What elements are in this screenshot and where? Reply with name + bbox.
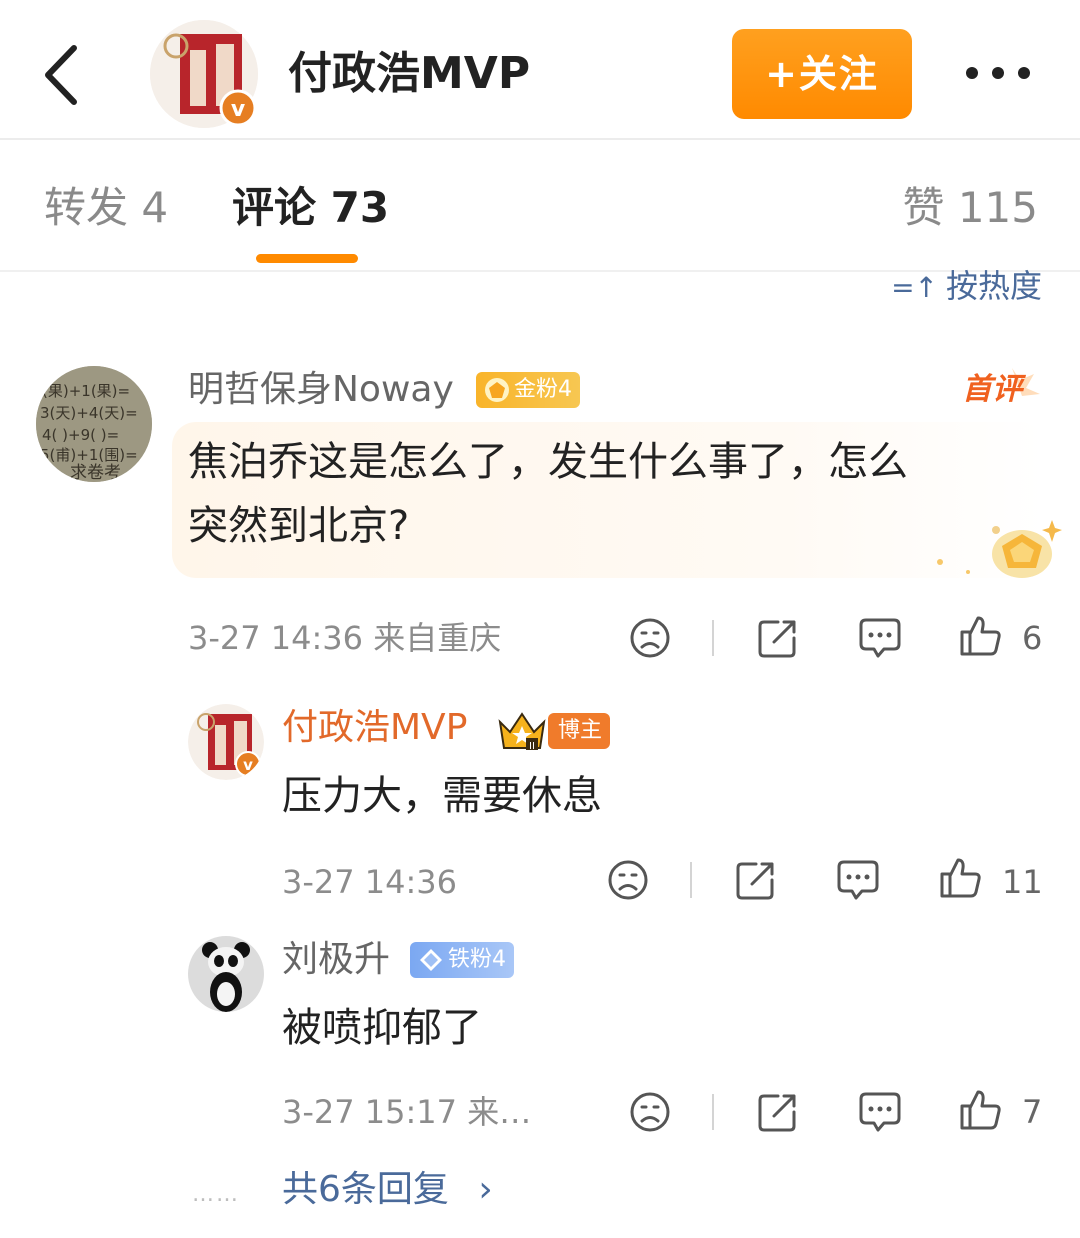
divider — [712, 620, 714, 656]
emoji-reaction-icon[interactable] — [606, 858, 650, 902]
like-thumb-icon[interactable] — [938, 856, 982, 900]
reply-timestamp: 3-27 14:36 — [282, 863, 458, 901]
handwriting-avatar-icon: (果)+1(果)= 3(天)+4(天)= 4( )+9( )= 5(甫)+1(围… — [36, 366, 152, 482]
reply-comment-icon[interactable] — [858, 616, 902, 660]
reply-comment-icon[interactable] — [836, 858, 880, 902]
avatar[interactable] — [188, 936, 264, 1012]
svg-text:II: II — [529, 741, 535, 752]
emoji-reaction-icon[interactable] — [628, 616, 672, 660]
gold-gem-icon — [485, 378, 509, 402]
blogger-badge: 博主 — [548, 713, 611, 749]
like-count: 11 — [1002, 863, 1043, 901]
like-thumb-icon[interactable] — [958, 1088, 1002, 1132]
svg-text:求卷考: 求卷考 — [70, 463, 121, 482]
share-icon[interactable] — [756, 1090, 800, 1134]
crown-icon: II — [498, 712, 546, 752]
more-replies-label: 共6条回复 — [282, 1169, 449, 1210]
comment-timestamp: 3-27 14:36 来自重庆 — [188, 619, 502, 657]
tab-repost[interactable]: 转发 4 — [44, 180, 168, 236]
tab-like[interactable]: 赞 115 — [902, 180, 1038, 236]
profile-avatar[interactable]: v — [150, 20, 258, 128]
page-title[interactable]: 付政浩MVP — [288, 44, 530, 104]
view-more-replies-link[interactable]: 共6条回复 › — [282, 1166, 493, 1214]
first-comment-tag: 首评 — [962, 372, 1022, 407]
avatar[interactable]: v — [188, 704, 264, 780]
badge-label: 铁粉4 — [448, 947, 506, 972]
like-count: 6 — [1022, 619, 1043, 657]
avatar-logo-icon: v — [188, 704, 264, 780]
sort-button[interactable]: =↑ 按热度 — [891, 266, 1042, 308]
chevron-right-icon: › — [478, 1169, 493, 1210]
tab-bar: 转发 4 评论 73 赞 115 — [0, 140, 1080, 272]
back-arrow-icon[interactable] — [36, 40, 92, 110]
svg-text:(果)+1(果)=: (果)+1(果)= — [42, 382, 130, 400]
reply-text: 压力大，需要休息 — [282, 773, 602, 819]
avatar[interactable]: (果)+1(果)= 3(天)+4(天)= 4( )+9( )= 5(甫)+1(围… — [36, 366, 152, 482]
svg-text:5(甫)+1(围)=: 5(甫)+1(围)= — [40, 446, 138, 464]
svg-text:v: v — [231, 97, 246, 122]
reply-thread-dots: …… — [192, 1182, 240, 1207]
comment-username[interactable]: 明哲保身Noway — [188, 366, 454, 414]
divider — [690, 862, 692, 898]
sort-label: 按热度 — [945, 267, 1042, 305]
fan-level-badge[interactable]: 铁粉4 — [410, 942, 514, 978]
share-icon[interactable] — [756, 616, 800, 660]
like-count: 7 — [1022, 1093, 1043, 1131]
reply-timestamp: 3-27 15:17 来… — [282, 1093, 532, 1131]
sort-icon: =↑ — [891, 271, 938, 304]
reply-text: 被喷抑郁了 — [282, 1005, 482, 1051]
fan-level-badge[interactable]: 金粉4 — [476, 372, 580, 408]
like-thumb-icon[interactable] — [958, 614, 1002, 658]
divider — [712, 1094, 714, 1130]
top-bar: v 付政浩MVP +关注 — [0, 0, 1080, 140]
panda-avatar-icon — [188, 936, 264, 1012]
svg-text:v: v — [243, 756, 253, 774]
emoji-reaction-icon[interactable] — [628, 1090, 672, 1134]
diamond-icon — [420, 949, 442, 971]
badge-label: 金粉4 — [514, 377, 572, 402]
reward-badge-icon — [937, 520, 1062, 578]
more-options-icon[interactable] — [962, 58, 1034, 88]
svg-text:3(天)+4(天)=: 3(天)+4(天)= — [40, 404, 138, 422]
reply-username[interactable]: 付政浩MVP — [282, 704, 467, 752]
comment-text-line-2: 突然到北京? — [188, 503, 410, 549]
reply-username[interactable]: 刘极升 — [282, 936, 390, 984]
svg-text:4( )+9( )=: 4( )+9( )= — [42, 426, 119, 444]
comment-text-line-1: 焦泊乔这是怎么了，发生什么事了，怎么 — [188, 439, 908, 485]
active-tab-indicator — [256, 254, 358, 263]
reply-comment-icon[interactable] — [858, 1090, 902, 1134]
tab-comment[interactable]: 评论 73 — [232, 180, 389, 236]
avatar-logo-icon: v — [150, 20, 258, 128]
share-icon[interactable] — [734, 858, 778, 902]
follow-button[interactable]: +关注 — [732, 29, 912, 119]
